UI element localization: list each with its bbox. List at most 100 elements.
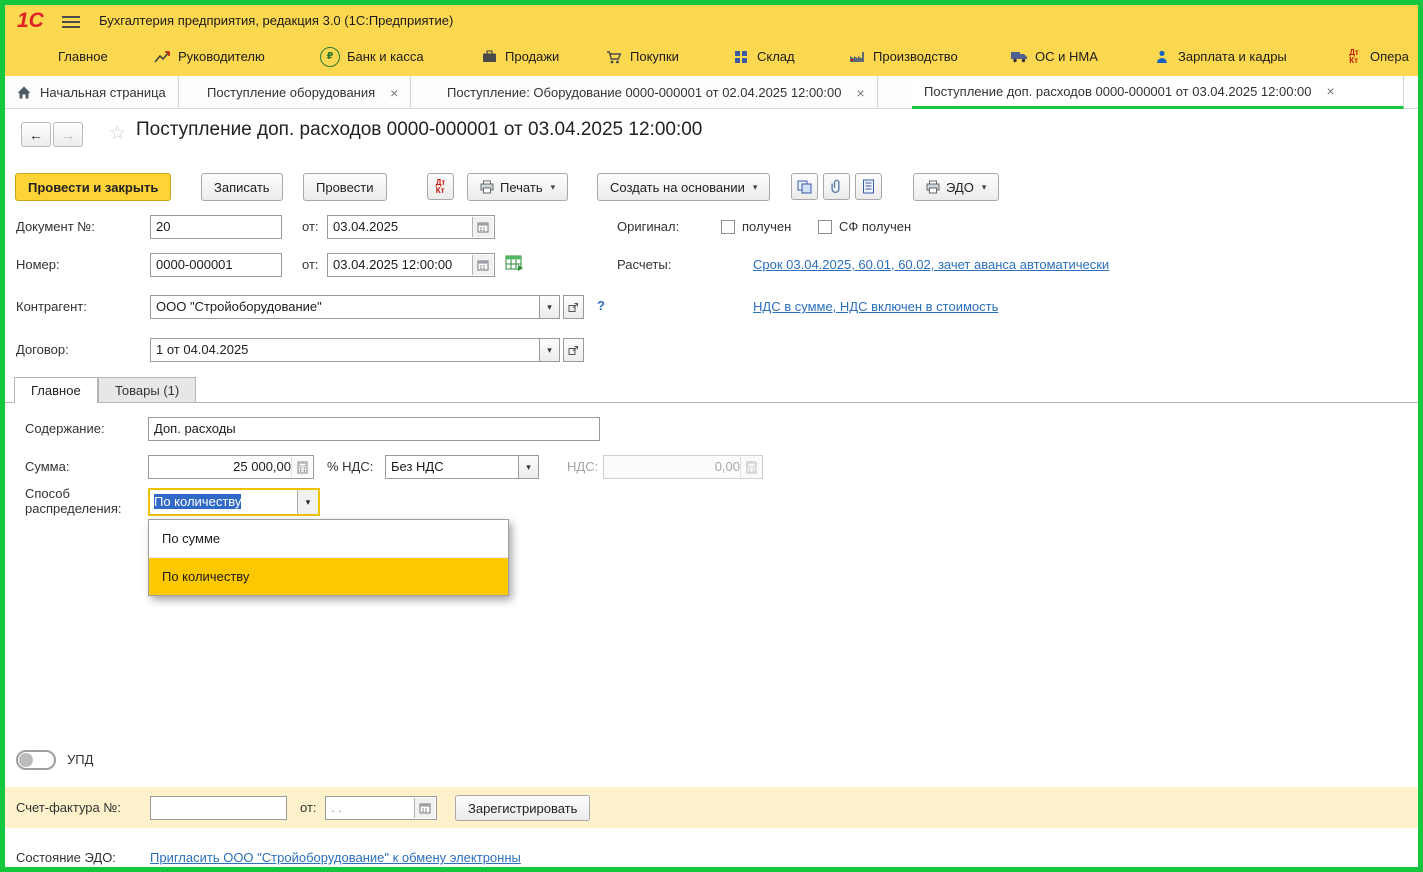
copy-table-icon — [797, 180, 812, 194]
invoice-date-value: . . — [331, 800, 342, 815]
close-icon[interactable]: × — [856, 85, 864, 101]
vat-rate-label: % НДС: — [327, 455, 373, 479]
distribution-combo[interactable]: По количеству ▾ — [148, 488, 320, 516]
vat-rate-dropdown-button[interactable]: ▾ — [518, 455, 539, 479]
counterparty-open-button[interactable] — [563, 295, 584, 319]
tab-home[interactable]: Начальная страница — [5, 76, 179, 109]
tab-postuplenie-dop-rashodov[interactable]: Поступление доп. расходов 0000-000001 от… — [912, 76, 1404, 109]
menu-item-glavnoe[interactable]: Главное — [58, 37, 108, 76]
numbering-table-icon[interactable] — [505, 255, 524, 275]
doc-no-label: Документ №: — [16, 215, 95, 239]
contract-open-button[interactable] — [563, 338, 584, 362]
counterparty-input[interactable]: ООО "Стройоборудование" — [150, 295, 540, 319]
factory-icon — [848, 48, 866, 66]
received-checkbox[interactable] — [721, 220, 735, 234]
tab-label: Поступление доп. расходов 0000-000001 от… — [924, 84, 1312, 99]
menu-item-os-i-nma[interactable]: ОС и НМА — [1010, 37, 1098, 76]
edo-invite-link[interactable]: Пригласить ООО "Стройоборудование" к обм… — [150, 848, 521, 867]
from-label: от: — [300, 796, 317, 820]
from-label: от: — [302, 253, 319, 277]
1c-logo: 1С — [17, 9, 44, 33]
tab-panel-divider — [5, 402, 1418, 403]
tab-postuplenie-oborudovaniya[interactable]: Поступление оборудования × — [195, 76, 411, 109]
doc-date-input[interactable]: 03.04.2025 — [327, 215, 495, 239]
invoice-date-input[interactable]: . . — [325, 796, 437, 820]
help-icon[interactable]: ? — [597, 298, 605, 313]
trend-chart-icon — [153, 48, 171, 66]
contract-input[interactable]: 1 от 04.04.2025 — [150, 338, 540, 362]
invoice-label: Счет-фактура №: — [16, 796, 121, 820]
vat-sum-label: НДС: — [567, 455, 598, 479]
option-po-summe[interactable]: По сумме — [149, 520, 508, 558]
vat-sum-value: 0,00 — [715, 459, 740, 474]
write-button[interactable]: Записать — [201, 173, 283, 201]
menu-item-sklad[interactable]: Склад — [732, 37, 795, 76]
vat-mode-link[interactable]: НДС в сумме, НДС включен в стоимость — [753, 297, 998, 317]
menu-item-zarplata-i-kadry[interactable]: Зарплата и кадры — [1153, 37, 1287, 76]
distribution-dropdown-list: По сумме По количеству — [148, 519, 509, 596]
section-menu-bar: Главное Руководителю ₽ Банк и касса Прод… — [5, 37, 1418, 76]
number-input[interactable]: 0000-000001 — [150, 253, 282, 277]
window-title: Бухгалтерия предприятия, редакция 3.0 (1… — [99, 13, 453, 28]
received-label: получен — [742, 215, 791, 239]
tab-label: Начальная страница — [40, 85, 166, 100]
tab-glavnoe[interactable]: Главное — [14, 377, 98, 403]
content-input[interactable]: Доп. расходы — [148, 417, 600, 441]
menu-label: Склад — [757, 49, 795, 64]
menu-item-proizvodstvo[interactable]: Производство — [848, 37, 958, 76]
open-form-icon — [568, 345, 579, 356]
invoice-no-input[interactable] — [150, 796, 287, 820]
menu-label: ОС и НМА — [1035, 49, 1098, 64]
menu-item-pokupki[interactable]: Покупки — [605, 37, 679, 76]
sf-received-checkbox[interactable] — [818, 220, 832, 234]
distribution-dropdown-button[interactable]: ▾ — [297, 490, 318, 514]
back-button[interactable]: ← — [21, 122, 51, 147]
favorite-star-icon[interactable]: ☆ — [109, 122, 126, 145]
button-label: Провести — [316, 180, 374, 195]
contract-dropdown-button[interactable]: ▾ — [539, 338, 560, 362]
print-button[interactable]: Печать ▾ — [467, 173, 568, 201]
register-invoice-button[interactable]: Зарегистрировать — [455, 795, 590, 821]
counterparty-label: Контрагент: — [16, 295, 87, 319]
tab-postuplenie-oborudovanie-doc[interactable]: Поступление: Оборудование 0000-000001 от… — [435, 76, 878, 109]
window-tab-bar: Начальная страница Поступление оборудова… — [5, 76, 1418, 109]
upd-toggle[interactable] — [16, 750, 56, 770]
calendar-icon[interactable] — [414, 798, 435, 818]
counterparty-dropdown-button[interactable]: ▾ — [539, 295, 560, 319]
create-on-basis-button[interactable]: Создать на основании ▾ — [597, 173, 770, 201]
forward-button[interactable]: → — [53, 122, 83, 147]
calculator-icon[interactable] — [291, 457, 312, 477]
number-date-input[interactable]: 03.04.2025 12:00:00 — [327, 253, 495, 277]
edo-button[interactable]: ЭДО ▾ — [913, 173, 999, 201]
calendar-icon[interactable] — [472, 255, 493, 275]
ruble-icon: ₽ — [320, 47, 340, 67]
menu-item-operacii[interactable]: ДтКт Опера — [1345, 37, 1409, 76]
close-icon[interactable]: × — [1327, 83, 1335, 99]
cart-icon — [605, 48, 623, 66]
dtkt-icon: ДтКт — [436, 179, 446, 195]
option-po-kolichestvu[interactable]: По количеству — [149, 558, 508, 595]
settlements-link[interactable]: Срок 03.04.2025, 60.01, 60.02, зачет ава… — [753, 255, 1109, 275]
menu-item-bank-i-kassa[interactable]: ₽ Банк и касса — [320, 37, 424, 76]
report-structure-button[interactable] — [855, 173, 882, 200]
copy-to-table-button[interactable] — [791, 173, 818, 200]
post-button[interactable]: Провести — [303, 173, 387, 201]
dtkt-button[interactable]: ДтКт — [427, 173, 454, 200]
vat-sum-input[interactable]: 0,00 — [603, 455, 763, 479]
sum-input[interactable]: 25 000,00 — [148, 455, 314, 479]
printer-icon — [480, 180, 494, 194]
calendar-icon[interactable] — [472, 217, 493, 237]
attachments-button[interactable] — [823, 173, 850, 200]
tab-tovary[interactable]: Товары (1) — [98, 377, 196, 403]
person-icon — [1153, 48, 1171, 66]
original-label: Оригинал: — [617, 215, 679, 239]
post-and-close-button[interactable]: Провести и закрыть — [15, 173, 171, 201]
close-icon[interactable]: × — [390, 85, 398, 101]
doc-no-input[interactable]: 20 — [150, 215, 282, 239]
vat-rate-input[interactable]: Без НДС — [385, 455, 519, 479]
menu-item-prodazhi[interactable]: Продажи — [480, 37, 559, 76]
main-menu-icon[interactable] — [62, 16, 80, 18]
title-bar: 1С Бухгалтерия предприятия, редакция 3.0… — [5, 5, 1418, 37]
menu-item-rukovoditelyu[interactable]: Руководителю — [153, 37, 265, 76]
number-date-value: 03.04.2025 12:00:00 — [333, 257, 452, 272]
